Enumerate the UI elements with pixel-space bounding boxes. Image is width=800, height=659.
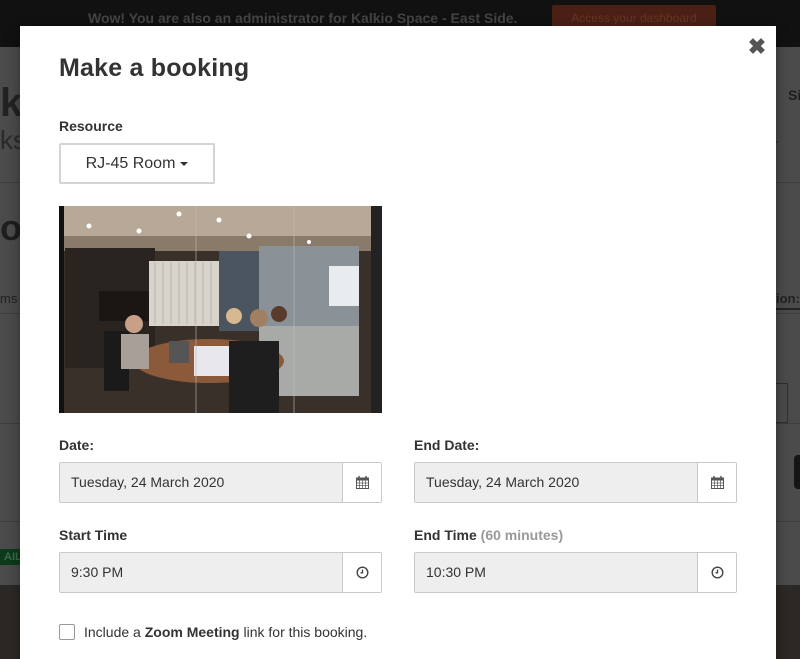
calendar-icon[interactable] (697, 463, 736, 502)
zoom-text-before: Include a (84, 624, 141, 640)
start-time-label: Start Time (59, 527, 128, 543)
zoom-meeting-checkbox[interactable] (59, 624, 75, 640)
background-tab: ms (0, 291, 18, 306)
zoom-text-after: link for this booking. (243, 624, 368, 640)
resource-dropdown[interactable]: RJ-45 Room (59, 143, 215, 184)
meeting-room-image (59, 206, 382, 413)
background-nav-item: Si (788, 87, 800, 103)
start-time-field[interactable]: 9:30 PM (59, 552, 382, 593)
clock-icon[interactable] (342, 553, 381, 592)
caret-down-icon (180, 161, 189, 166)
background-input (776, 383, 788, 423)
clock-icon[interactable] (697, 553, 736, 592)
background-logo: k (0, 81, 23, 125)
end-date-label: End Date: (414, 437, 480, 453)
zoom-meeting-option[interactable]: Include a Zoom Meeting link for this boo… (59, 624, 367, 640)
zoom-text-bold: Zoom Meeting (144, 624, 240, 640)
resource-selected-value: RJ-45 Room (85, 155, 176, 172)
background-button (794, 455, 800, 489)
background-tab-active: ion: (776, 291, 800, 310)
end-time-label: End Time (60 minutes) (414, 527, 563, 543)
background-title: o (0, 207, 22, 248)
booking-modal: ✖ Make a booking Resource RJ-45 Room Dat… (20, 26, 776, 659)
zoom-option-label: Include a Zoom Meeting link for this boo… (84, 624, 367, 640)
end-time-label-text: End Time (414, 527, 477, 543)
date-label: Date: (59, 437, 95, 453)
end-date-input[interactable]: Tuesday, 24 March 2020 (415, 463, 697, 502)
admin-banner-message: Wow! You are also an administrator for K… (88, 10, 518, 26)
end-time-input[interactable]: 10:30 PM (415, 553, 697, 592)
modal-title: Make a booking (59, 54, 250, 82)
resource-label: Resource (59, 118, 123, 134)
date-input[interactable]: Tuesday, 24 March 2020 (60, 463, 342, 502)
date-field[interactable]: Tuesday, 24 March 2020 (59, 462, 382, 503)
end-date-field[interactable]: Tuesday, 24 March 2020 (414, 462, 737, 503)
end-time-field[interactable]: 10:30 PM (414, 552, 737, 593)
end-time-duration: (60 minutes) (480, 527, 564, 543)
start-time-input[interactable]: 9:30 PM (60, 553, 342, 592)
resource-photo (59, 206, 382, 413)
close-icon[interactable]: ✖ (747, 36, 767, 58)
calendar-icon[interactable] (342, 463, 381, 502)
